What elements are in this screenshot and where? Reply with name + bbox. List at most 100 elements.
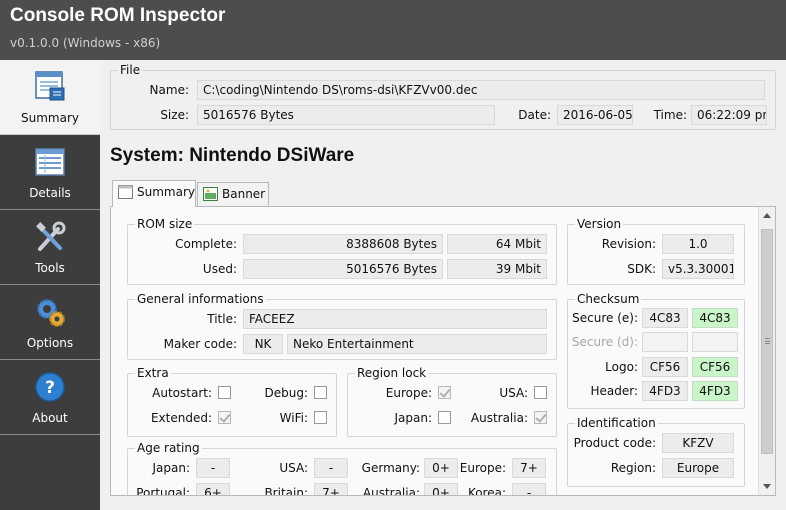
file-group: File Name: C:\coding\Nintendo DS\roms-ds…	[110, 63, 776, 130]
file-name-field[interactable]: C:\coding\Nintendo DS\roms-dsi\KFZVv00.d…	[197, 80, 765, 100]
checksum-secure-d-label: Secure (d):	[571, 335, 638, 349]
version-revision-field[interactable]: 1.0	[662, 234, 734, 254]
age-australia-label: Australia:	[362, 486, 420, 496]
age-europe-field[interactable]: 7+	[512, 458, 546, 478]
age-britain-field[interactable]: 7+	[314, 483, 348, 495]
sidebar-item-summary[interactable]: Summary	[0, 60, 100, 135]
checksum-secure-d-value[interactable]	[642, 332, 688, 352]
region-usa-label: USA:	[499, 386, 528, 400]
sidebar-item-about[interactable]: ? About	[0, 360, 100, 435]
age-japan-field[interactable]: -	[196, 458, 230, 478]
summary-tab-panel: ROM size Complete: 8388608 Bytes 64 Mbit…	[110, 206, 776, 496]
extra-wifi-label: WiFi:	[279, 411, 308, 425]
product-code-field[interactable]: KFZV	[662, 433, 734, 453]
checksum-logo-value[interactable]: CF56	[642, 357, 688, 377]
checksum-logo-expected[interactable]: CF56	[692, 357, 738, 377]
rom-complete-label: Complete:	[175, 237, 237, 251]
extra-autostart-label: Autostart:	[152, 386, 212, 400]
options-icon	[37, 299, 65, 327]
age-japan-label: Japan:	[152, 461, 190, 475]
rom-size-group: ROM size Complete: 8388608 Bytes 64 Mbit…	[127, 217, 557, 285]
checksum-secure-e-value[interactable]: 4C83	[642, 308, 688, 328]
file-date-field[interactable]: 2016-06-05	[557, 105, 633, 125]
summary-icon	[35, 71, 65, 101]
scroll-down-arrow-icon[interactable]	[763, 484, 771, 489]
file-name-label: Name:	[149, 83, 189, 97]
extra-group: Extra Autostart: Debug: Extended: WiFi:	[127, 366, 337, 437]
rom-used-mbit[interactable]: 39 Mbit	[447, 259, 547, 279]
checksum-header-label: Header:	[590, 384, 638, 398]
region-europe-checkbox[interactable]	[438, 386, 451, 399]
about-icon: ?	[35, 372, 65, 402]
version-sdk-field[interactable]: v5.3.30001	[662, 259, 734, 279]
details-icon	[35, 148, 65, 176]
extra-legend: Extra	[135, 366, 171, 380]
version-legend: Version	[575, 217, 624, 231]
extra-extended-checkbox[interactable]	[218, 411, 231, 424]
age-usa-field[interactable]: -	[314, 458, 348, 478]
identification-legend: Identification	[575, 416, 658, 430]
region-label: Region:	[610, 461, 656, 475]
scroll-thumb[interactable]	[761, 229, 773, 454]
age-germany-label: Germany:	[361, 461, 420, 475]
age-rating-group: Age rating Japan: - USA: - Germany: 0+ E…	[127, 441, 557, 496]
system-title: System: Nintendo DSiWare	[110, 145, 355, 166]
sidebar-item-tools[interactable]: Tools	[0, 210, 100, 285]
age-portugal-field[interactable]: 6+	[196, 483, 230, 495]
age-germany-field[interactable]: 0+	[424, 458, 458, 478]
extra-debug-label: Debug:	[264, 386, 308, 400]
tab-summary[interactable]: Summary	[112, 180, 196, 207]
rom-complete-bytes[interactable]: 8388608 Bytes	[243, 234, 443, 254]
version-group: Version Revision: 1.0 SDK: v5.3.30001	[567, 217, 745, 285]
region-australia-label: Australia:	[470, 411, 528, 425]
version-sdk-label: SDK:	[627, 262, 656, 276]
region-europe-label: Europe:	[385, 386, 432, 400]
region-usa-checkbox[interactable]	[534, 386, 547, 399]
file-time-field[interactable]: 06:22:09 pm	[691, 105, 767, 125]
extra-wifi-checkbox[interactable]	[314, 411, 327, 424]
scroll-up-arrow-icon[interactable]	[763, 213, 771, 218]
region-lock-legend: Region lock	[355, 366, 429, 380]
app-version: v0.1.0.0 (Windows - x86)	[10, 36, 161, 50]
checksum-legend: Checksum	[575, 292, 642, 306]
rom-complete-mbit[interactable]: 64 Mbit	[447, 234, 547, 254]
general-title-field[interactable]: FACEEZ	[243, 309, 547, 329]
region-japan-checkbox[interactable]	[438, 411, 451, 424]
sidebar-item-label: Tools	[35, 261, 65, 275]
checksum-secure-e-expected[interactable]: 4C83	[692, 308, 738, 328]
tab-label: Banner	[222, 187, 266, 201]
age-europe-label: Europe:	[459, 461, 506, 475]
sidebar-item-label: Summary	[21, 111, 79, 125]
region-australia-checkbox[interactable]	[534, 411, 547, 424]
svg-text:?: ?	[45, 378, 55, 398]
sidebar-item-details[interactable]: Details	[0, 135, 100, 210]
checksum-header-expected[interactable]: 4FD3	[692, 381, 738, 401]
age-korea-field[interactable]: -	[512, 483, 546, 495]
rom-used-bytes[interactable]: 5016576 Bytes	[243, 259, 443, 279]
age-rating-legend: Age rating	[135, 441, 202, 455]
file-legend: File	[118, 63, 143, 77]
checksum-secure-e-label: Secure (e):	[572, 311, 638, 325]
region-field[interactable]: Europe	[662, 458, 734, 478]
file-date-label: Date:	[518, 108, 551, 122]
checksum-secure-d-expected[interactable]	[692, 332, 738, 352]
general-maker-code[interactable]: NK	[243, 334, 283, 354]
sidebar-item-options[interactable]: Options	[0, 285, 100, 360]
file-time-label: Time:	[653, 108, 687, 122]
region-lock-group: Region lock Europe: USA: Japan: Australi…	[347, 366, 557, 437]
tab-banner[interactable]: Banner	[197, 182, 269, 206]
extra-autostart-checkbox[interactable]	[218, 386, 231, 399]
checksum-header-value[interactable]: 4FD3	[642, 381, 688, 401]
panel-scrollbar[interactable]	[758, 207, 775, 495]
region-japan-label: Japan:	[394, 411, 432, 425]
app-title: Console ROM Inspector	[10, 5, 226, 26]
version-revision-label: Revision:	[601, 237, 656, 251]
product-code-label: Product code:	[573, 436, 656, 450]
title-bar: Console ROM Inspector v0.1.0.0 (Windows …	[0, 0, 786, 60]
age-australia-field[interactable]: 0+	[424, 483, 458, 495]
general-info-legend: General informations	[135, 292, 266, 306]
extra-extended-label: Extended:	[150, 411, 212, 425]
extra-debug-checkbox[interactable]	[314, 386, 327, 399]
general-maker-name[interactable]: Neko Entertainment	[287, 334, 547, 354]
file-size-field[interactable]: 5016576 Bytes	[197, 105, 495, 125]
